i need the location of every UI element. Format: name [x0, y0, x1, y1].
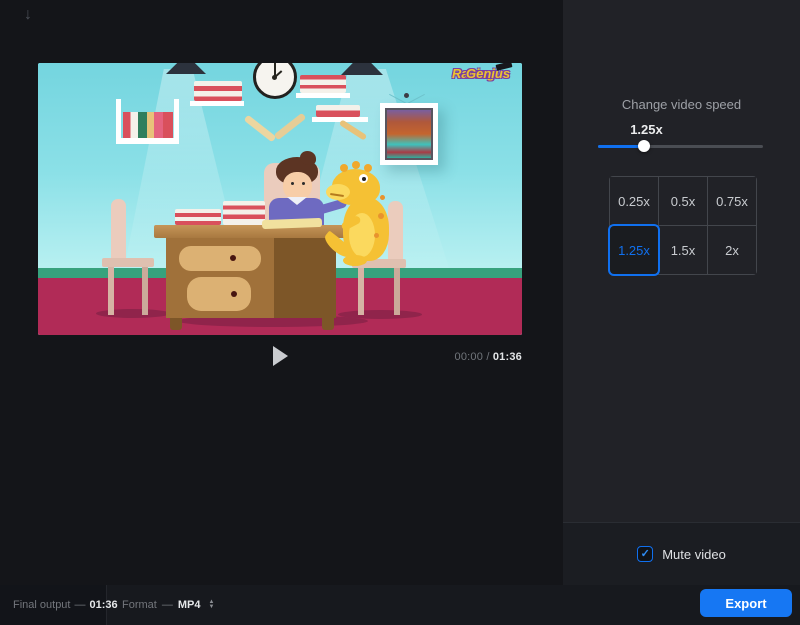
final-output-group: Final output — 01:36: [0, 585, 107, 625]
video-shelf-bottom: [116, 138, 179, 144]
app-window: ↓: [0, 0, 800, 625]
video-wall-shelf: [190, 101, 244, 106]
mute-label: Mute video: [662, 547, 726, 562]
boy-eye: [291, 182, 294, 185]
video-chair-leg: [142, 267, 148, 315]
format-label: Format: [122, 599, 157, 611]
video-desk-books: [223, 201, 265, 225]
speed-option[interactable]: 0.75x: [708, 177, 756, 225]
format-select[interactable]: Format — MP4 ▲ ▼: [122, 585, 214, 625]
video-chair-leg: [108, 267, 114, 315]
dinosaur-spot: [380, 195, 385, 200]
dinosaur-pupil: [362, 177, 366, 181]
video-shelf-books: [123, 112, 173, 138]
duration: 01:36: [493, 351, 522, 363]
download-arrow-icon[interactable]: ↓: [24, 6, 32, 24]
speed-option[interactable]: 0.5x: [659, 177, 707, 225]
boy-face: [283, 172, 312, 200]
format-value: MP4: [178, 599, 201, 611]
final-output-value: 01:36: [89, 599, 117, 611]
dinosaur-spot: [374, 233, 379, 238]
video-book-stack: [194, 81, 242, 101]
boy-hair-quiff: [300, 151, 316, 165]
dinosaur-crest-bump: [364, 164, 372, 172]
video-painting-nail: [404, 93, 409, 98]
speed-panel: Change video speed 1.25x 0.25x 0.5x 0.75…: [563, 0, 800, 522]
speed-slider-knob[interactable]: [638, 140, 650, 152]
player-controls: 00:00 / 01:36: [38, 344, 522, 372]
footer-bar: Final output — 01:36 Format — MP4 ▲ ▼ Ex…: [0, 585, 800, 625]
video-wall-shelf: [296, 93, 350, 98]
dinosaur-leg: [343, 255, 367, 266]
video-painting: [380, 103, 438, 165]
desk-foot: [322, 318, 334, 330]
drawer-knob: [231, 291, 237, 297]
final-output-label: Final output: [13, 599, 70, 611]
video-preview[interactable]: Raving Genius: [38, 63, 522, 335]
video-desk-side: [274, 238, 336, 318]
dash: —: [74, 599, 85, 611]
speed-slider-value: 1.25x: [630, 122, 663, 137]
dinosaur-crest-bump: [340, 164, 348, 172]
mute-checkbox[interactable]: ✓: [637, 546, 653, 562]
current-time: 00:00: [455, 351, 484, 363]
video-chair-left-back: [111, 199, 126, 261]
desk-foot: [170, 318, 182, 330]
video-desk-books: [175, 209, 221, 225]
video-chair-right-back: [388, 201, 403, 265]
speed-option[interactable]: 1.25x: [610, 226, 658, 274]
video-chair-leg: [358, 268, 364, 315]
video-desk-drawer: [187, 277, 251, 311]
stepper-down-icon[interactable]: ▼: [208, 605, 214, 610]
speed-option[interactable]: 0.25x: [610, 177, 658, 225]
panel-title: Change video speed: [563, 97, 800, 112]
format-stepper-icon[interactable]: ▲ ▼: [208, 600, 214, 610]
export-button[interactable]: Export: [700, 589, 792, 617]
dinosaur-spot: [378, 213, 384, 219]
dinosaur-snout: [326, 184, 350, 200]
clock-center: [272, 75, 277, 80]
dinosaur-crest-bump: [352, 161, 360, 169]
time-separator: /: [486, 351, 489, 363]
painting-canyon-image: [387, 110, 431, 158]
video-book-stack: [316, 105, 360, 117]
drawer-knob: [230, 255, 236, 261]
speed-options-grid: 0.25x 0.5x 0.75x 1.25x 1.5x 2x: [609, 176, 757, 275]
mute-section: ✓ Mute video: [563, 522, 800, 585]
speed-slider: 1.25x: [598, 122, 763, 156]
time-display: 00:00 / 01:36: [455, 351, 522, 363]
dash: —: [162, 599, 173, 611]
video-chair-left-seat: [102, 258, 154, 267]
video-chair-leg: [394, 268, 400, 315]
boy-eye: [302, 182, 305, 185]
video-book-stack: [300, 75, 346, 93]
video-desk-drawer: [179, 246, 261, 271]
play-icon[interactable]: [273, 346, 288, 366]
speed-option[interactable]: 2x: [708, 226, 756, 274]
speed-option[interactable]: 1.5x: [659, 226, 707, 274]
